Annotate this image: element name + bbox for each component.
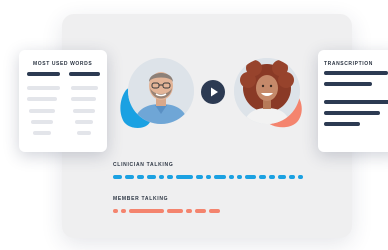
- member-avatar: [234, 58, 300, 124]
- play-icon: [211, 87, 218, 97]
- clinician-segment: [196, 175, 203, 179]
- transcript-line: [324, 71, 388, 75]
- clinician-segment: [176, 175, 193, 179]
- transcription-title: TRANSCRIPTION: [324, 61, 373, 67]
- clinician-segment: [147, 175, 156, 179]
- clinician-segment: [214, 175, 226, 179]
- clinician-talking-label: CLINICIAN TALKING: [113, 162, 174, 168]
- member-segment: [167, 209, 183, 213]
- clinician-segment: [229, 175, 234, 179]
- clinician-segment: [269, 175, 275, 179]
- clinician-segment: [245, 175, 256, 179]
- member-segment: [195, 209, 206, 213]
- clinician-segment: [125, 175, 134, 179]
- member-segment: [121, 209, 126, 213]
- clinician-segment: [206, 175, 211, 179]
- member-segment: [186, 209, 192, 213]
- word-bar: [69, 72, 100, 76]
- clinician-segment: [278, 175, 286, 179]
- clinician-segment: [167, 175, 173, 179]
- member-segment: [113, 209, 118, 213]
- word-bar: [27, 72, 60, 76]
- clinician-segment: [289, 175, 295, 179]
- most-used-words-card: MOST USED WORDS: [19, 50, 107, 152]
- member-segment: [209, 209, 220, 213]
- word-bar: [71, 86, 98, 90]
- transcript-line: [324, 82, 372, 86]
- most-used-words-title: MOST USED WORDS: [33, 61, 93, 67]
- transcript-line: [324, 111, 380, 115]
- clinician-segment: [259, 175, 266, 179]
- word-bar: [33, 131, 51, 135]
- word-bar: [27, 97, 57, 101]
- word-bar: [31, 120, 53, 124]
- member-timeline: [113, 209, 225, 213]
- clinician-segment: [137, 175, 144, 179]
- play-button[interactable]: [201, 80, 225, 104]
- transcription-card: TRANSCRIPTION: [318, 50, 388, 152]
- word-bar: [29, 109, 55, 113]
- clinician-segment: [298, 175, 303, 179]
- member-segment: [129, 209, 164, 213]
- clinician-segment: [159, 175, 164, 179]
- transcript-line: [324, 100, 388, 104]
- transcript-line: [324, 122, 360, 126]
- clinician-avatar: [128, 58, 194, 124]
- clinician-segment: [113, 175, 122, 179]
- word-bar: [27, 86, 60, 90]
- word-bar: [75, 120, 93, 124]
- clinician-timeline: [113, 175, 303, 179]
- member-talking-label: MEMBER TALKING: [113, 196, 169, 202]
- word-bar: [77, 131, 91, 135]
- clinician-segment: [237, 175, 242, 179]
- word-bar: [73, 109, 95, 113]
- word-bar: [71, 97, 96, 101]
